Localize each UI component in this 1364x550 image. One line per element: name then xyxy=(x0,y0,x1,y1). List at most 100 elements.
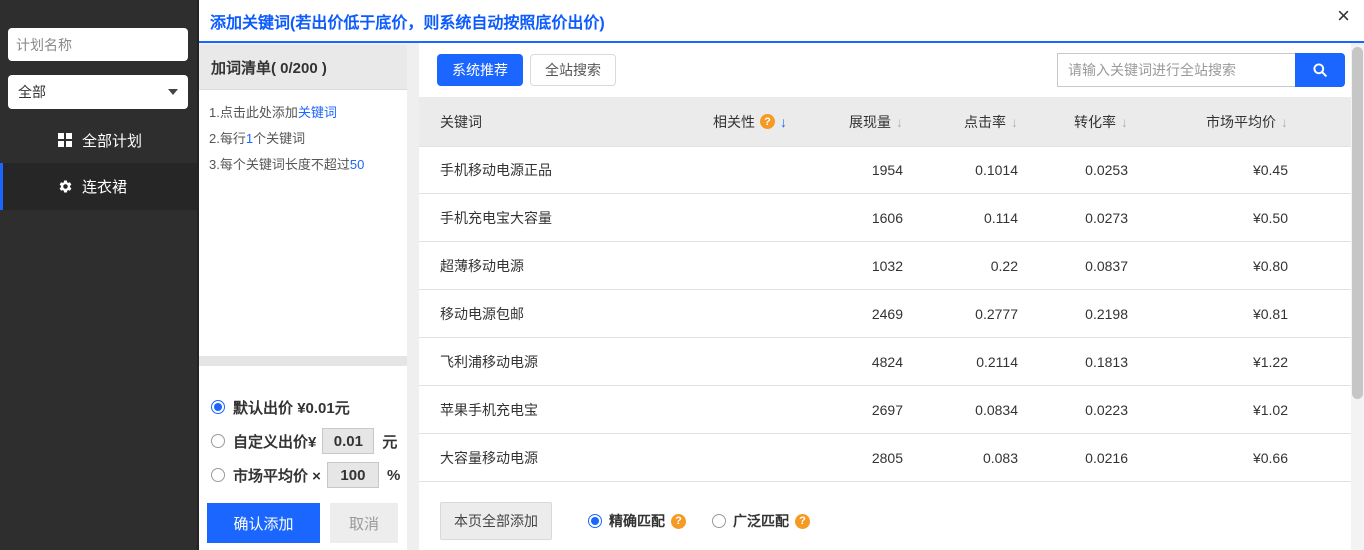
column-header: 市场平均价 ↓ xyxy=(1206,112,1300,132)
confirm-add-button[interactable]: 确认添加 xyxy=(207,503,320,543)
word-list-panel: 加词清单( 0/200 ) 1.点击此处添加关键词2.每行1个关键词3.每个关键… xyxy=(199,45,407,550)
table-header: 关键词相关性?↓展现量↓点击率↓转化率↓市场平均价↓ xyxy=(419,97,1351,146)
table-row[interactable]: 手机充电宝大容量16060.1140.0273¥0.50 xyxy=(419,194,1351,242)
ctr-cell: 0.083 xyxy=(983,450,1030,466)
impressions-cell: 1032 xyxy=(872,258,915,274)
keyword-toolbar: 系统推荐全站搜索 xyxy=(419,43,1351,97)
help-icon[interactable]: ? xyxy=(795,514,810,529)
sort-desc-icon[interactable]: ↓ xyxy=(1281,114,1288,130)
radio-icon[interactable] xyxy=(211,400,225,414)
match-options: 精确匹配?广泛匹配? xyxy=(588,511,810,531)
search-icon xyxy=(1312,62,1328,78)
keyword-cell: 苹果手机充电宝 xyxy=(440,400,700,420)
sort-desc-icon[interactable]: ↓ xyxy=(896,114,903,130)
price-cell: ¥0.50 xyxy=(1253,210,1300,226)
modal-titlebar: 添加关键词(若出价低于底价，则系统自动按照底价出价) xyxy=(199,0,1364,43)
column-label: 关键词 xyxy=(440,112,482,132)
radio-icon[interactable] xyxy=(211,434,225,448)
vertical-scrollbar[interactable] xyxy=(1351,45,1364,550)
bid-option-label: 自定义出价¥ xyxy=(233,431,316,452)
impressions-cell: 4824 xyxy=(872,354,915,370)
column-label: 展现量 xyxy=(849,112,891,132)
price-cell: ¥0.45 xyxy=(1253,162,1300,178)
sort-desc-icon[interactable]: ↓ xyxy=(1121,114,1128,130)
plan-search-box[interactable] xyxy=(8,28,188,61)
table-row[interactable]: 移动电源包邮24690.27770.2198¥0.81 xyxy=(419,290,1351,338)
instruction-highlight: 关键词 xyxy=(298,105,337,120)
match-option-broad[interactable]: 广泛匹配? xyxy=(712,511,810,531)
match-option-exact[interactable]: 精确匹配? xyxy=(588,511,686,531)
help-icon[interactable]: ? xyxy=(671,514,686,529)
bid-options: 默认出价 ¥0.01元自定义出价¥元市场平均价 ×% xyxy=(211,390,400,492)
bid-option-suffix: ¥0.01元 xyxy=(297,397,350,418)
panel-divider xyxy=(199,356,407,366)
ctr-cell: 0.0834 xyxy=(975,402,1030,418)
table-row[interactable]: 手机移动电源正品19540.10140.0253¥0.45 xyxy=(419,146,1351,194)
ctr-cell: 0.2777 xyxy=(975,306,1030,322)
keyword-cell: 超薄移动电源 xyxy=(440,256,700,276)
add-all-button[interactable]: 本页全部添加 xyxy=(440,502,552,540)
bid-option-2[interactable]: 市场平均价 ×% xyxy=(211,458,400,492)
bid-value-input[interactable] xyxy=(327,462,379,488)
keyword-cell: 手机充电宝大容量 xyxy=(440,208,700,228)
instruction-highlight: 1 xyxy=(246,131,253,146)
scrollbar-thumb[interactable] xyxy=(1352,47,1363,399)
radio-icon[interactable] xyxy=(211,468,225,482)
sidebar-item-all-plans[interactable]: 全部计划 xyxy=(0,117,197,163)
global-search-button[interactable] xyxy=(1295,53,1345,87)
radio-icon[interactable] xyxy=(588,514,602,528)
sidebar-item-plan[interactable]: 连衣裙 xyxy=(0,163,197,210)
impressions-cell: 2805 xyxy=(872,450,915,466)
instruction-line: 2.每行1个关键词 xyxy=(209,126,397,152)
impressions-cell: 2697 xyxy=(872,402,915,418)
help-icon[interactable]: ? xyxy=(760,114,775,129)
cvr-cell: 0.0273 xyxy=(1085,210,1140,226)
impressions-cell: 1954 xyxy=(872,162,915,178)
cancel-button[interactable]: 取消 xyxy=(330,503,398,543)
table-footer: 本页全部添加 精确匹配?广泛匹配? xyxy=(419,482,1351,540)
global-search-input[interactable] xyxy=(1057,53,1295,87)
keywords-textarea[interactable]: 1.点击此处添加关键词2.每行1个关键词3.每个关键词长度不超过50 xyxy=(199,90,407,188)
bid-option-label: 市场平均价 × xyxy=(233,465,321,486)
table-row[interactable]: 大容量移动电源28050.0830.0216¥0.66 xyxy=(419,434,1351,482)
grid-icon xyxy=(57,132,73,148)
ctr-cell: 0.1014 xyxy=(975,162,1030,178)
keyword-cell: 飞利浦移动电源 xyxy=(440,352,700,372)
column-header: 相关性? ↓ xyxy=(713,112,787,132)
tab-site-search[interactable]: 全站搜索 xyxy=(530,54,616,86)
price-cell: ¥0.66 xyxy=(1253,450,1300,466)
bid-option-0[interactable]: 默认出价 ¥0.01元 xyxy=(211,390,400,424)
cvr-cell: 0.0253 xyxy=(1085,162,1140,178)
column-label: 相关性 xyxy=(713,112,755,132)
match-option-label: 精确匹配 xyxy=(609,511,665,531)
table-row[interactable]: 飞利浦移动电源48240.21140.1813¥1.22 xyxy=(419,338,1351,386)
column-label: 市场平均价 xyxy=(1206,112,1276,132)
tabs: 系统推荐全站搜索 xyxy=(437,54,623,86)
add-keywords-dialog: 全部 全部计划连衣裙 添加关键词(若出价低于底价，则系统自动按照底价出价) × … xyxy=(0,0,1364,550)
close-icon[interactable]: × xyxy=(1337,5,1350,27)
instruction-text: 3.每个关键词长度不超过 xyxy=(209,157,350,172)
sort-desc-icon[interactable]: ↓ xyxy=(1011,114,1018,130)
plan-filter-select[interactable]: 全部 xyxy=(8,75,188,109)
table-row[interactable]: 苹果手机充电宝26970.08340.0223¥1.02 xyxy=(419,386,1351,434)
price-cell: ¥1.22 xyxy=(1253,354,1300,370)
table-row[interactable]: 超薄移动电源10320.220.0837¥0.80 xyxy=(419,242,1351,290)
cvr-cell: 0.2198 xyxy=(1085,306,1140,322)
keyword-panel: 系统推荐全站搜索 关键词相关性?↓展现量↓点击率↓转化率↓市场平均价↓ 手机移动… xyxy=(419,43,1351,550)
sort-desc-icon[interactable]: ↓ xyxy=(780,114,787,130)
keyword-cell: 移动电源包邮 xyxy=(440,304,700,324)
bid-value-input[interactable] xyxy=(322,428,374,454)
column-header: 转化率↓ xyxy=(1074,112,1140,132)
instruction-line: 3.每个关键词长度不超过50 xyxy=(209,152,397,178)
cvr-cell: 0.0837 xyxy=(1085,258,1140,274)
word-list-header: 加词清单( 0/200 ) xyxy=(199,45,407,90)
sidebar-item-label: 连衣裙 xyxy=(82,176,127,197)
tab-system-recommend[interactable]: 系统推荐 xyxy=(437,54,523,86)
radio-icon[interactable] xyxy=(712,514,726,528)
column-header: 展现量 ↓ xyxy=(849,112,915,132)
bid-option-1[interactable]: 自定义出价¥元 xyxy=(211,424,400,458)
table-rows: 手机移动电源正品19540.10140.0253¥0.45手机充电宝大容量160… xyxy=(419,146,1351,482)
column-label: 点击率 xyxy=(964,112,1006,132)
price-cell: ¥0.81 xyxy=(1253,306,1300,322)
plan-search-input[interactable] xyxy=(16,37,197,53)
